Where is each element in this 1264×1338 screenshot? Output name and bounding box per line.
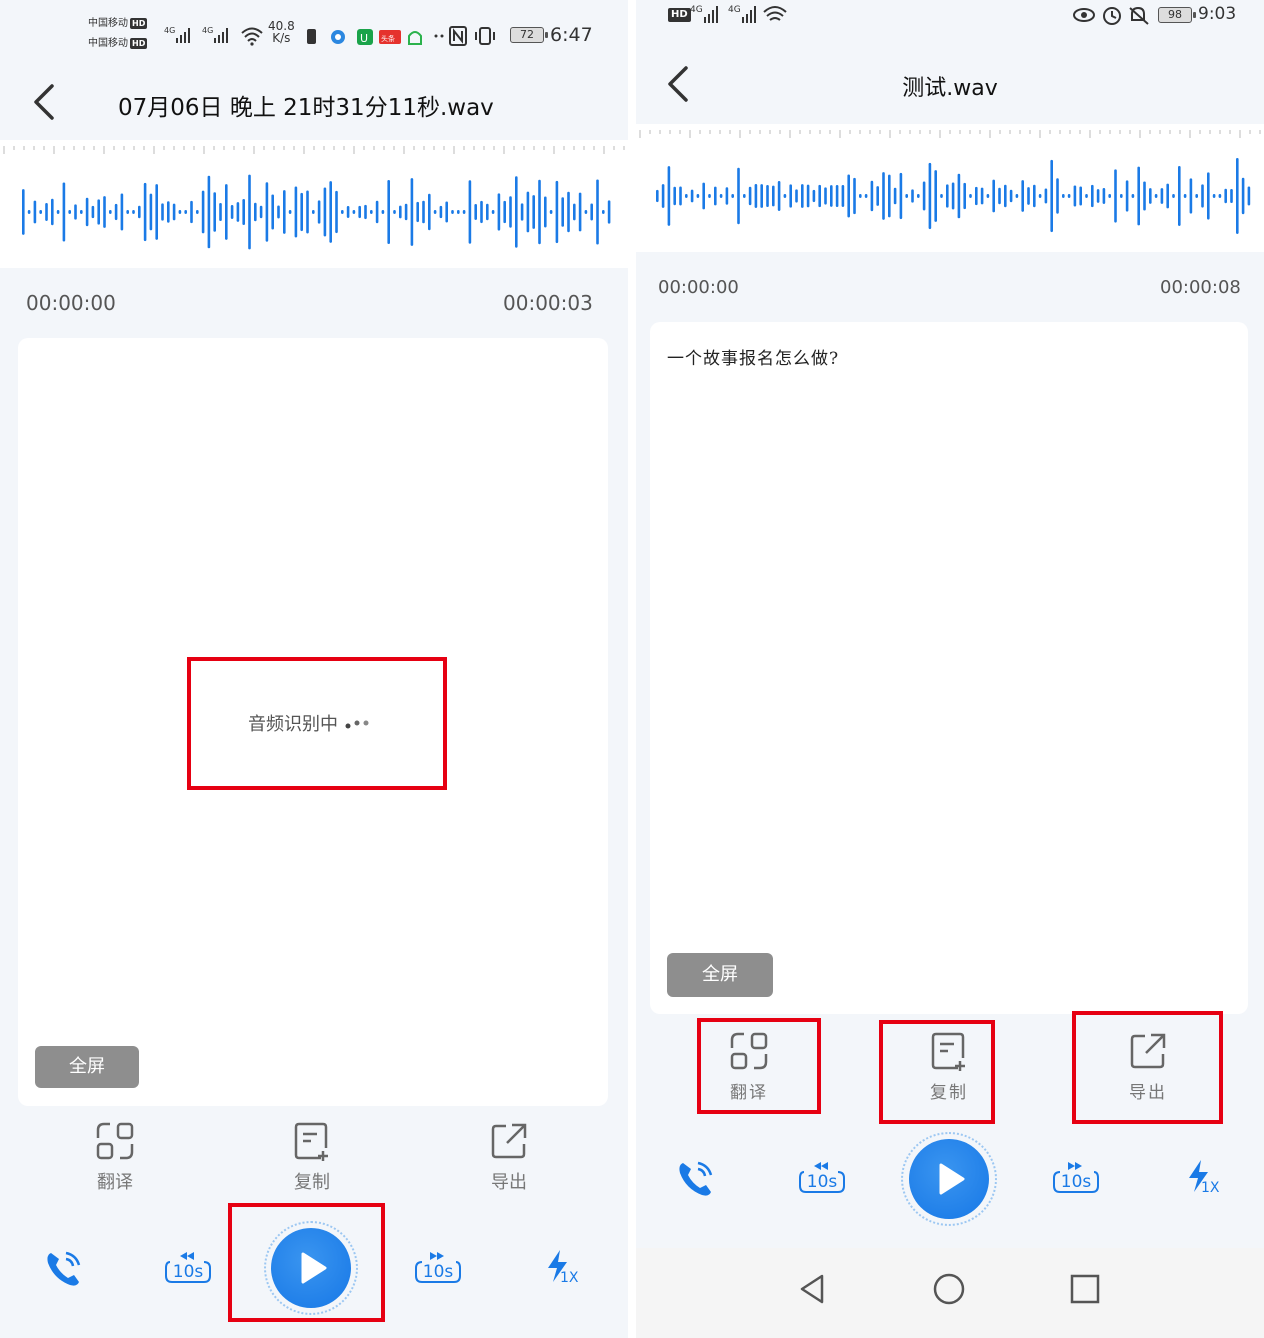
- export-button[interactable]: 导出: [454, 1120, 564, 1210]
- svg-text:1X: 1X: [1201, 1180, 1220, 1196]
- export-icon: [491, 1123, 527, 1159]
- transcript-card: 一个故事报名怎么做? 全屏: [650, 322, 1248, 1014]
- copy-button[interactable]: 复制: [894, 1030, 1004, 1120]
- copy-icon: [294, 1122, 328, 1161]
- play-icon: [301, 1252, 327, 1284]
- translate-icon: [96, 1122, 134, 1160]
- system-icons: [434, 26, 495, 46]
- loading-dots-icon: [345, 720, 369, 729]
- start-time: 00:00:00: [658, 277, 739, 298]
- clock: 6:47: [550, 24, 593, 46]
- fullscreen-button[interactable]: 全屏: [667, 953, 773, 997]
- svg-text:4G: 4G: [164, 26, 175, 35]
- waveform: [639, 130, 1261, 234]
- forward-label: 10s: [422, 1262, 454, 1282]
- translate-label: 翻译: [97, 1172, 133, 1193]
- page-title: 07月06日 晚上 21时31分11秒.wav: [118, 95, 494, 121]
- android-nav-bar: [636, 1248, 1264, 1338]
- copy-label: 复制: [294, 1172, 330, 1193]
- battery-indicator: 98: [1158, 7, 1196, 23]
- forward-10s-button[interactable]: 10s: [1048, 1158, 1104, 1198]
- status-bar: 中国移动 HD 中国移动 HD 4G 4G 40.8 K/s U 头条 72 6:47: [0, 0, 628, 60]
- svg-text:1X: 1X: [560, 1270, 579, 1286]
- rewind-label: 10s: [172, 1262, 204, 1282]
- end-time: 00:00:08: [1160, 277, 1241, 298]
- forward-10s-button[interactable]: 10s: [410, 1248, 466, 1288]
- forward-label: 10s: [1060, 1172, 1092, 1192]
- page-title: 测试.wav: [902, 76, 998, 101]
- copy-button[interactable]: 复制: [257, 1120, 367, 1210]
- status-bar: HD 4G 4G 98 9:03: [636, 0, 1264, 60]
- nav-home-icon[interactable]: [931, 1271, 967, 1307]
- play-button-face: [909, 1139, 989, 1219]
- svg-text:头条: 头条: [381, 34, 395, 43]
- net-speed: 40.8 K/s: [268, 19, 295, 45]
- rewind-10s-button[interactable]: 10s: [794, 1158, 850, 1198]
- translate-icon: [730, 1032, 768, 1070]
- carrier-2: 中国移动 HD: [88, 38, 148, 49]
- back-arrow-icon[interactable]: [26, 80, 66, 124]
- phone-call-icon[interactable]: [42, 1247, 86, 1291]
- clock: 9:03: [1198, 4, 1237, 24]
- translate-button[interactable]: 翻译: [60, 1120, 170, 1210]
- rewind-10s-button[interactable]: 10s: [160, 1248, 216, 1288]
- transcript-card: 音频识别中 全屏: [18, 338, 608, 1106]
- end-time: 00:00:03: [503, 291, 593, 315]
- export-icon: [1130, 1033, 1166, 1069]
- play-button[interactable]: [264, 1221, 358, 1315]
- svg-text:4G: 4G: [690, 5, 703, 15]
- transcript-text: 一个故事报名怎么做?: [667, 349, 840, 369]
- export-button[interactable]: 导出: [1093, 1030, 1203, 1120]
- nav-recents-icon[interactable]: [1068, 1272, 1102, 1306]
- rewind-label: 10s: [806, 1172, 838, 1192]
- wifi-icon: [241, 27, 263, 46]
- lightning-icon: 1X: [1189, 1160, 1220, 1196]
- signal-icon: 4G 4G: [690, 5, 787, 23]
- waveform: [3, 146, 625, 250]
- play-icon: [939, 1163, 965, 1195]
- start-time: 00:00:00: [26, 291, 116, 315]
- copy-label: 复制: [930, 1083, 968, 1103]
- export-label: 导出: [1129, 1083, 1167, 1103]
- nav-back-icon[interactable]: [796, 1272, 830, 1306]
- translate-label: 翻译: [730, 1083, 768, 1103]
- export-label: 导出: [491, 1172, 527, 1193]
- fullscreen-button[interactable]: 全屏: [35, 1046, 139, 1088]
- right-screen: HD 4G 4G 98 9:03 测试.wav 00:00:00 00:00:0…: [636, 0, 1264, 1338]
- notification-icons: U 头条: [307, 29, 422, 45]
- signal-icon: 4G 4G: [164, 26, 228, 43]
- svg-text:4G: 4G: [202, 26, 213, 35]
- lightning-icon: 1X: [548, 1250, 579, 1286]
- battery-indicator: 72: [510, 27, 548, 43]
- playback-speed-button[interactable]: 1X: [542, 1248, 582, 1288]
- play-button-face: [271, 1228, 351, 1308]
- play-button[interactable]: [901, 1132, 997, 1226]
- playback-speed-button[interactable]: 1X: [1183, 1158, 1223, 1198]
- waveform-panel[interactable]: [0, 140, 628, 268]
- system-icons: [1073, 6, 1149, 25]
- left-screen: 中国移动 HD 中国移动 HD 4G 4G 40.8 K/s U 头条 72 6:47: [0, 0, 628, 1338]
- translate-button[interactable]: 翻译: [694, 1030, 804, 1120]
- copy-icon: [931, 1032, 965, 1071]
- phone-call-icon[interactable]: [674, 1157, 718, 1201]
- recognizing-status: 音频识别中: [248, 710, 372, 736]
- waveform-panel[interactable]: [636, 124, 1264, 252]
- carrier-1: 中国移动 HD: [88, 18, 148, 29]
- svg-text:U: U: [360, 32, 368, 45]
- hd-indicator: HD: [666, 8, 691, 22]
- svg-text:4G: 4G: [728, 5, 741, 15]
